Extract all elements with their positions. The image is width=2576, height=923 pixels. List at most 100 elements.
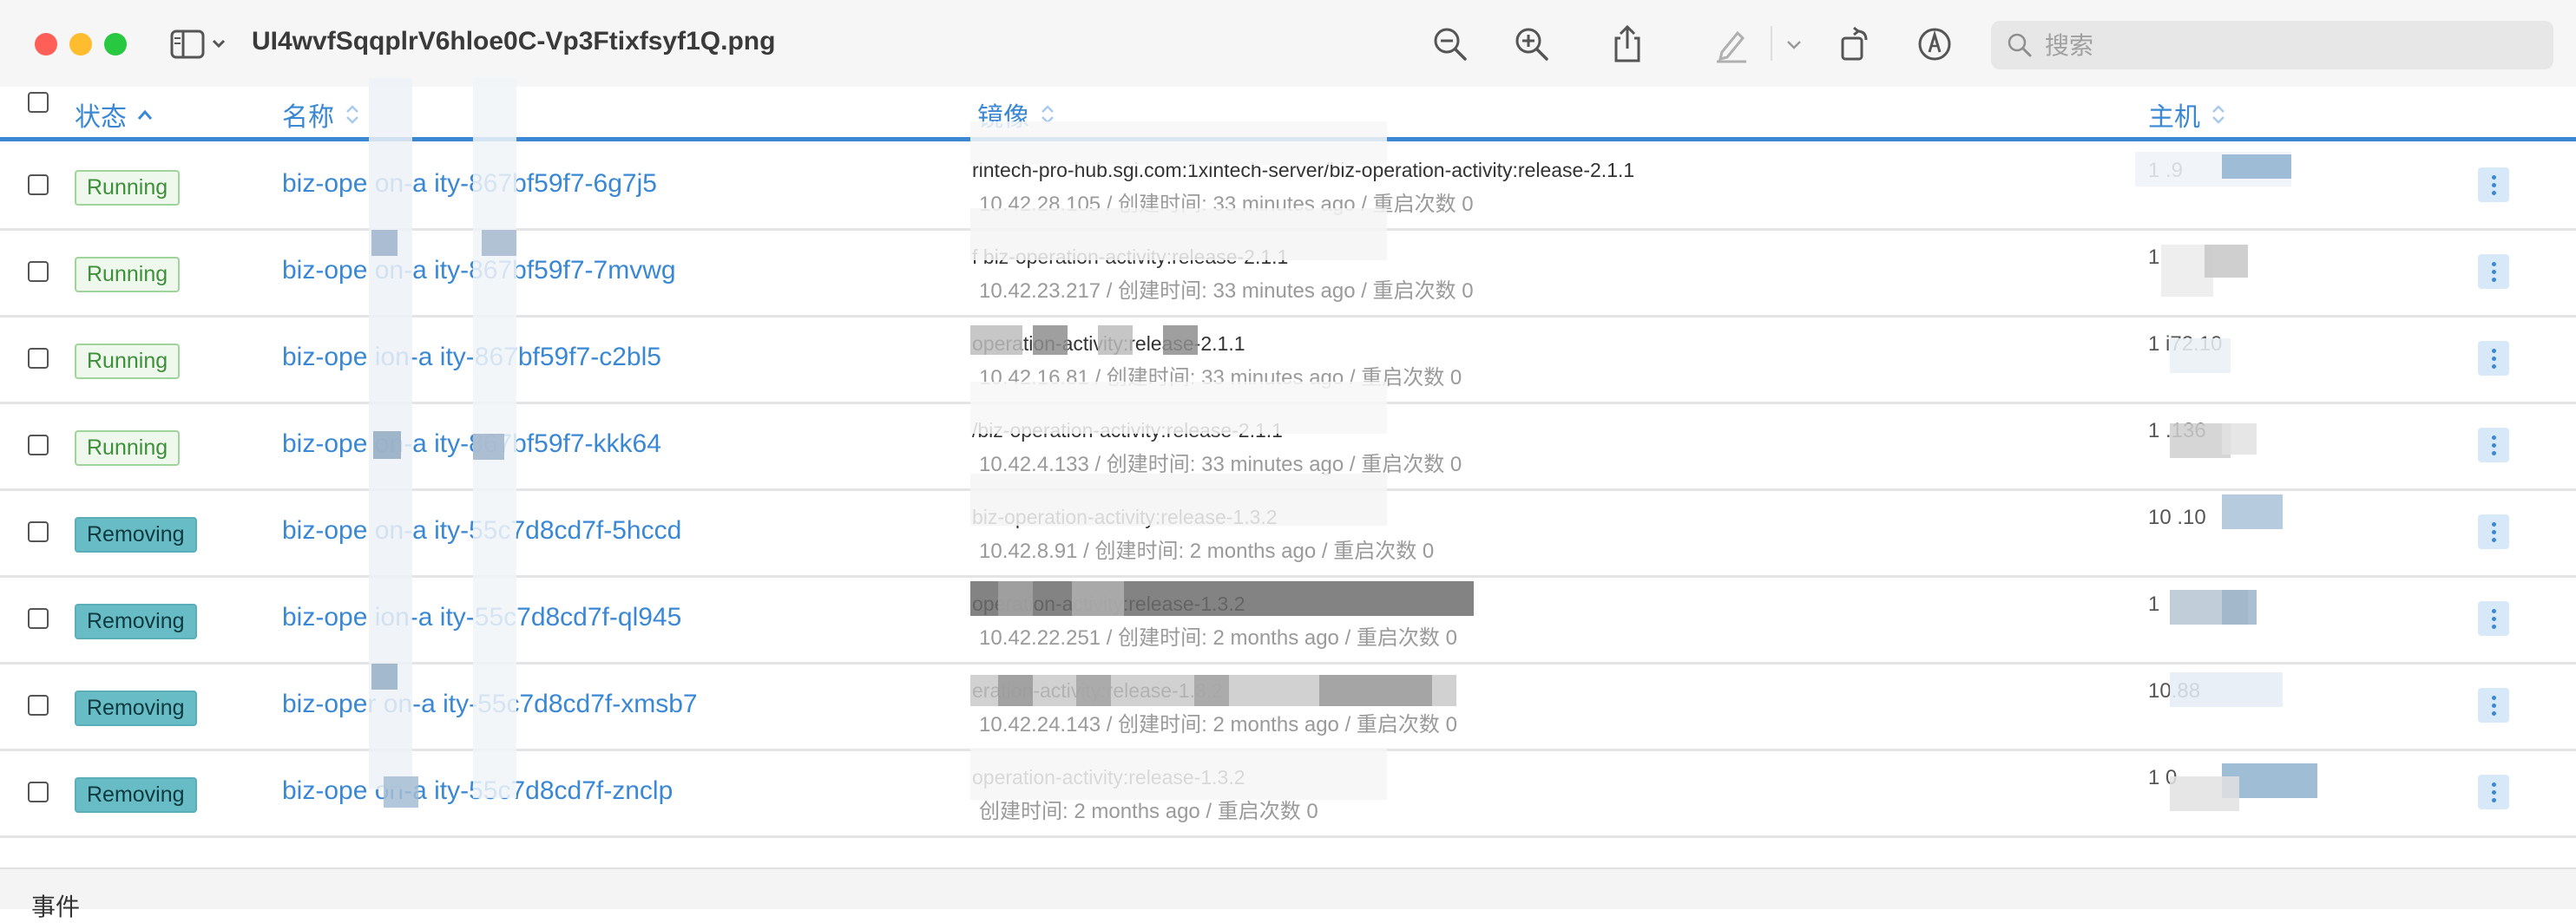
row-actions-button[interactable] [2478, 688, 2509, 723]
redaction-mosaic [384, 776, 418, 808]
row-checkbox[interactable] [28, 348, 49, 369]
column-header-host[interactable]: 主机 [2148, 95, 2228, 134]
sort-ascending-icon [137, 109, 153, 120]
more-icon-dot [2492, 278, 2496, 282]
row-actions-button[interactable] [2478, 254, 2509, 289]
redaction-mosaic [970, 581, 1474, 616]
row-checkbox[interactable] [28, 174, 49, 195]
pod-name-link[interactable]: biz-ope ion-a ity-867bf59f7-c2bl5 [282, 343, 661, 372]
status-badge: Removing [75, 777, 197, 813]
zoom-in-button[interactable] [1512, 24, 1552, 64]
pod-meta-text: 10.42.24.143 / 创建时间: 2 months ago / 重启次数… [979, 713, 1457, 736]
column-header-status[interactable]: 状态 [75, 95, 154, 134]
more-icon-dot [2492, 704, 2496, 708]
redaction-mosaic [2205, 245, 2248, 278]
pods-table: 状态 名称 镜像 主机 Running biz-ope on-a ity-867… [0, 78, 2576, 867]
chevron-down-icon [1787, 41, 1801, 49]
row-checkbox[interactable] [28, 695, 49, 716]
row-checkbox[interactable] [28, 521, 49, 542]
redaction-mosaic [1076, 675, 1111, 706]
annotate-button[interactable] [1915, 24, 1955, 64]
markup-pen-icon [1717, 30, 1746, 63]
more-icon-dot [2492, 270, 2496, 274]
row-checkbox[interactable] [28, 261, 49, 282]
redaction-mosaic [371, 664, 398, 690]
close-window-button[interactable] [35, 33, 57, 56]
redaction-mosaic [1163, 325, 1198, 355]
redaction-mosaic [998, 675, 1033, 706]
row-actions-button[interactable] [2478, 341, 2509, 376]
events-label: 事件 [31, 894, 81, 920]
pod-meta-text: 10.42.23.217 / 创建时间: 33 minutes ago / 重启… [979, 279, 1474, 303]
more-icon [2492, 262, 2496, 266]
pod-name-link[interactable]: biz-ope on-a ity-867bf59f7-6g7j5 [282, 169, 657, 199]
more-icon-dot [2492, 625, 2496, 629]
pod-meta-text: 10.42.8.91 / 创建时间: 2 months ago / 重启次数 0 [979, 540, 1435, 563]
markup-pen-button[interactable] [1712, 24, 1751, 64]
more-icon-dot [2492, 451, 2496, 455]
pod-meta-text: 10.42.4.133 / 创建时间: 33 minutes ago / 重启次… [979, 453, 1462, 476]
status-badge: Running [75, 430, 181, 466]
more-icon-dot [2492, 357, 2496, 361]
zoom-out-button[interactable] [1430, 24, 1470, 64]
more-icon [2492, 782, 2496, 787]
more-icon-dot [2492, 183, 2496, 187]
more-icon-dot [2492, 364, 2496, 369]
more-icon-dot [2492, 443, 2496, 448]
row-actions-button[interactable] [2478, 428, 2509, 462]
redaction-mosaic [2222, 154, 2291, 179]
rotate-icon [1841, 26, 1868, 61]
share-button[interactable] [1607, 24, 1647, 64]
status-badge: Removing [75, 604, 197, 639]
zoom-window-button[interactable] [104, 33, 127, 56]
column-header-name[interactable]: 名称 [282, 95, 362, 134]
redaction-mosaic [970, 748, 1387, 800]
sort-icon [2212, 105, 2224, 124]
minimize-window-button[interactable] [69, 33, 92, 56]
row-actions-button[interactable] [2478, 167, 2509, 202]
preview-window: UI4wvfSqqplrV6hloe0C-Vp3Ftixfsyf1Q.png 搜… [0, 0, 2576, 920]
redaction-mosaic [371, 230, 398, 256]
more-icon-dot [2492, 530, 2496, 534]
row-checkbox[interactable] [28, 435, 49, 455]
redaction-mosaic [1072, 581, 1124, 616]
redaction-mosaic [1319, 675, 1432, 706]
search-input[interactable] [2043, 21, 2541, 71]
status-badge: Running [75, 344, 181, 379]
redaction-mosaic [2222, 494, 2283, 529]
rotate-button[interactable] [1835, 24, 1875, 64]
more-icon-dot [2492, 798, 2496, 802]
pod-meta-text: 10.42.22.251 / 创建时间: 2 months ago / 重启次数… [979, 626, 1457, 650]
search-box[interactable] [1991, 21, 2553, 71]
redaction-mosaic [2222, 590, 2257, 625]
redaction-mosaic [2170, 672, 2283, 707]
host-text: 1 [2148, 245, 2160, 269]
events-section: 事件 [0, 867, 2576, 920]
redaction-mosaic [373, 431, 401, 459]
redaction-mosaic [2170, 338, 2231, 373]
share-icon [1614, 24, 1640, 62]
redaction-mosaic [1098, 325, 1133, 355]
host-text: 10 .10 [2148, 506, 2206, 529]
row-checkbox[interactable] [28, 608, 49, 629]
row-actions-button[interactable] [2478, 775, 2509, 809]
more-icon-dot [2492, 538, 2496, 542]
pod-name-link[interactable]: biz-ope on-a ity-867bf59f7-kkk64 [282, 429, 661, 459]
redaction-mosaic [1033, 325, 1068, 355]
row-actions-button[interactable] [2478, 514, 2509, 549]
redaction-mosaic [1194, 675, 1229, 706]
more-icon-dot [2492, 191, 2496, 195]
row-checkbox[interactable] [28, 782, 49, 802]
redaction-mosaic [2170, 776, 2239, 811]
redaction-mosaic [473, 434, 504, 460]
row-actions-button[interactable] [2478, 601, 2509, 636]
markup-options-button[interactable] [1781, 24, 1807, 64]
zoom-in-icon [1515, 28, 1548, 61]
search-icon [2008, 33, 2032, 57]
title-bar: UI4wvfSqqplrV6hloe0C-Vp3Ftixfsyf1Q.png [0, 0, 2576, 87]
sidebar-toggle-button[interactable] [170, 29, 231, 59]
select-all-checkbox[interactable] [28, 92, 49, 113]
status-badge: Removing [75, 517, 197, 553]
host-text: 1 [2148, 592, 2160, 616]
more-icon [2492, 609, 2496, 613]
